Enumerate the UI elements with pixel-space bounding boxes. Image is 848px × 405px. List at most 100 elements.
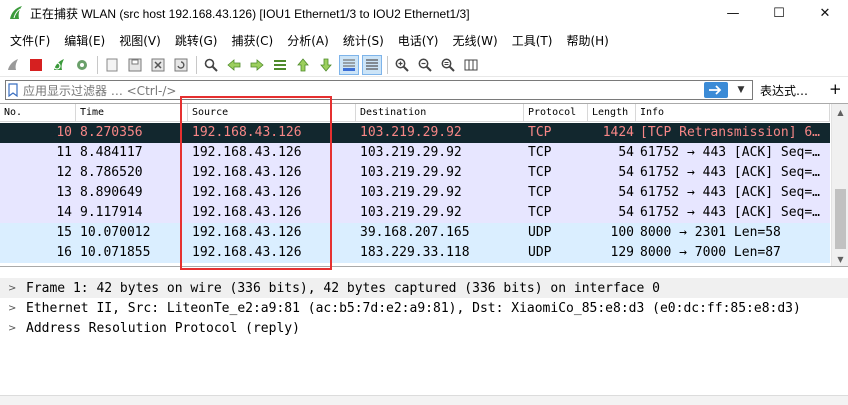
minimize-button[interactable]: — [710,0,756,26]
resize-columns-icon[interactable] [461,55,481,75]
chevron-right-icon[interactable]: > [8,303,20,314]
add-filter-button[interactable]: + [829,80,842,98]
column-header-info[interactable]: Info [636,104,830,122]
detail-row-ethernet[interactable]: > Ethernet II, Src: LiteonTe_e2:a9:81 (a… [0,298,848,318]
table-row[interactable]: 16 10.071855 192.168.43.126 183.229.33.118 U… [0,243,830,263]
cell-length: 129 [610,245,634,260]
table-row[interactable]: 12 8.786520 192.168.43.126 103.219.29.92 TCP… [0,163,830,183]
cell-length: 54 [618,165,634,180]
stop-capture-icon[interactable] [26,55,46,75]
bookmark-icon[interactable] [6,81,20,99]
table-row[interactable]: 14 9.117914 192.168.43.126 103.219.29.92 TCP… [0,203,830,223]
scroll-up-icon[interactable]: ▲ [832,104,848,121]
cell-destination: 103.219.29.92 [360,165,462,180]
menu-capture[interactable]: 捕获(C) [224,32,280,49]
close-file-icon[interactable] [148,55,168,75]
go-last-icon[interactable] [316,55,336,75]
packet-list-header: No. Time Source Destination Protocol Len… [0,104,830,122]
menu-go[interactable]: 跳转(G) [168,32,225,49]
chevron-down-icon[interactable]: ▼ [734,82,748,98]
detail-text: Ethernet II, Src: LiteonTe_e2:a9:81 (ac:… [26,300,801,316]
cell-destination: 183.229.33.118 [360,245,470,260]
menu-statistics[interactable]: 统计(S) [336,32,391,49]
toolbar-separator [97,55,98,74]
packet-list-scrollbar[interactable]: ▲ ▼ [831,104,848,266]
restart-capture-icon[interactable] [49,55,69,75]
column-header-length[interactable]: Length [588,104,636,122]
menu-tools[interactable]: 工具(T) [505,32,560,49]
cell-info: 8000 → 2301 Len=58 [640,225,781,240]
menu-analyze[interactable]: 分析(A) [280,32,336,49]
cell-time: 9.117914 [80,205,143,220]
cell-time: 8.270356 [80,125,143,140]
scroll-down-icon[interactable]: ▼ [832,251,848,266]
save-file-icon[interactable] [125,55,145,75]
display-filter-input[interactable]: 应用显示过滤器 … <Ctrl-/> ▼ [5,80,753,100]
cell-no: 13 [56,185,72,200]
reload-file-icon[interactable] [171,55,191,75]
cell-info: 61752 → 443 [ACK] Seq=… [640,165,821,180]
detail-row-frame[interactable]: > Frame 1: 42 bytes on wire (336 bits), … [0,278,848,298]
cell-time: 8.890649 [80,185,143,200]
cell-length: 54 [618,205,634,220]
menu-view[interactable]: 视图(V) [112,32,168,49]
menu-help[interactable]: 帮助(H) [559,32,615,49]
menu-wireless[interactable]: 无线(W) [446,32,505,49]
cell-no: 16 [56,245,72,260]
cell-protocol: TCP [528,145,552,160]
cell-source: 192.168.43.126 [192,225,302,240]
maximize-button[interactable]: ☐ [756,0,802,26]
column-header-time[interactable]: Time [76,104,188,122]
cell-time: 10.071855 [80,245,151,260]
cell-destination: 103.219.29.92 [360,145,462,160]
menu-edit[interactable]: 编辑(E) [57,32,112,49]
cell-source: 192.168.43.126 [192,145,302,160]
table-row[interactable]: 15 10.070012 192.168.43.126 39.168.207.165 U… [0,223,830,243]
zoom-out-icon[interactable] [415,55,435,75]
cell-length: 1424 [602,125,634,140]
chevron-right-icon[interactable]: > [8,323,20,334]
colorize-icon[interactable] [362,54,382,75]
column-header-destination[interactable]: Destination [356,104,524,122]
cell-length: 54 [618,185,634,200]
toolbar-separator [196,55,197,74]
zoom-in-icon[interactable] [392,55,412,75]
go-to-packet-icon[interactable] [270,55,290,75]
bytes-pane-edge [0,395,848,405]
menu-telephony[interactable]: 电话(Y) [391,32,446,49]
detail-row-arp[interactable]: > Address Resolution Protocol (reply) [0,318,848,338]
cell-no: 11 [56,145,72,160]
cell-info: 61752 → 443 [ACK] Seq=… [640,185,821,200]
cell-time: 10.070012 [80,225,151,240]
column-header-protocol[interactable]: Protocol [524,104,588,122]
column-header-source[interactable]: Source [188,104,356,122]
cell-time: 8.484117 [80,145,143,160]
wireshark-fin-icon [10,6,22,19]
capture-options-icon[interactable] [72,55,92,75]
cell-source: 192.168.43.126 [192,125,302,140]
cell-info: 8000 → 7000 Len=87 [640,245,781,260]
cell-destination: 39.168.207.165 [360,225,470,240]
table-row[interactable]: 10 8.270356 192.168.43.126 103.219.29.92 TCP… [0,123,830,143]
open-file-icon[interactable] [102,55,122,75]
autoscroll-icon[interactable] [339,54,359,75]
apply-filter-arrow-icon[interactable] [704,82,728,98]
go-back-icon[interactable] [224,55,244,75]
cell-protocol: TCP [528,205,552,220]
scrollbar-thumb[interactable] [835,189,846,249]
close-button[interactable]: ✕ [802,0,848,26]
zoom-normal-icon[interactable] [438,55,458,75]
chevron-right-icon[interactable]: > [8,283,20,294]
menu-file[interactable]: 文件(F) [3,32,57,49]
expression-button[interactable]: 表达式… [760,82,808,99]
column-header-no[interactable]: No. [0,104,76,122]
cell-source: 192.168.43.126 [192,165,302,180]
table-row[interactable]: 13 8.890649 192.168.43.126 103.219.29.92 TCP… [0,183,830,203]
go-forward-icon[interactable] [247,55,267,75]
packet-list: No. Time Source Destination Protocol Len… [0,103,848,267]
go-first-icon[interactable] [293,55,313,75]
table-row[interactable]: 11 8.484117 192.168.43.126 103.219.29.92 TCP… [0,143,830,163]
start-capture-icon[interactable] [3,55,23,75]
find-packet-icon[interactable] [201,55,221,75]
cell-no: 15 [56,225,72,240]
